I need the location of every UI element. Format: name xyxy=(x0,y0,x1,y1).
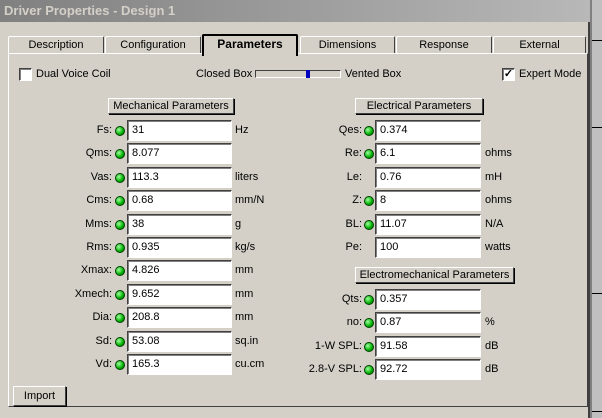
fs-unit: Hz xyxy=(235,124,249,136)
xmech-unit: mm xyxy=(235,287,254,300)
box-type-slider[interactable] xyxy=(255,70,341,78)
pe-field[interactable]: 100 xyxy=(375,237,481,258)
mechanical-parameters-header[interactable]: Mechanical Parameters xyxy=(108,98,234,114)
vd-unit: cu.cm xyxy=(235,358,265,370)
fs-status-led-icon xyxy=(115,126,125,136)
28-v-spl-field[interactable]: 92.72 xyxy=(375,359,481,381)
mms-status-led-icon xyxy=(115,219,125,230)
xmax-field[interactable]: 4.826 xyxy=(127,260,232,282)
28-v-spl-label: 2.8-V SPL: xyxy=(308,363,362,376)
slider-thumb[interactable] xyxy=(306,70,310,78)
expert-mode-label: Expert Mode xyxy=(519,68,582,80)
bl-label: BL: xyxy=(345,217,362,230)
cms-label: Cms: xyxy=(86,194,112,207)
pe-label: Pe: xyxy=(345,241,362,253)
qts-field[interactable]: 0.357 xyxy=(375,289,481,310)
vas-status-led-icon xyxy=(115,172,125,183)
1-w-spl-label: 1-W SPL: xyxy=(314,339,362,352)
dia-field[interactable]: 208.8 xyxy=(127,307,232,329)
tab-parameters[interactable]: Parameters xyxy=(202,34,298,56)
z-field[interactable]: 8 xyxy=(375,190,481,212)
vd-status-led-icon xyxy=(115,360,125,370)
tab-dimensions[interactable]: Dimensions xyxy=(300,36,395,54)
no-unit: % xyxy=(485,316,495,329)
vas-unit: liters xyxy=(235,170,259,183)
re-label: Re: xyxy=(344,147,362,160)
dia-unit: mm xyxy=(235,311,254,324)
28-v-spl-unit: dB xyxy=(485,363,499,376)
qes-field[interactable]: 0.374 xyxy=(375,120,481,141)
vented-box-label: Vented Box xyxy=(345,68,402,80)
vas-label: Vas: xyxy=(90,170,112,183)
closed-box-label: Closed Box xyxy=(196,68,253,80)
dual-voice-coil-checkbox[interactable] xyxy=(19,68,32,81)
vas-field[interactable]: 113.3 xyxy=(127,166,232,188)
tab-external[interactable]: External xyxy=(493,36,586,54)
cms-field[interactable]: 0.68 xyxy=(127,190,232,212)
sd-status-led-icon xyxy=(115,336,125,347)
z-unit: ohms xyxy=(485,194,512,207)
xmech-field[interactable]: 9.652 xyxy=(127,283,232,305)
driver-properties-window: Driver Properties - Design 1 Description… xyxy=(0,0,590,418)
qms-label: Qms: xyxy=(85,147,112,160)
rms-field[interactable]: 0.935 xyxy=(127,237,232,258)
le-unit: mH xyxy=(485,170,503,183)
expert-mode-checkbox[interactable]: ✓ xyxy=(502,68,515,81)
window-title: Driver Properties - Design 1 xyxy=(0,0,590,22)
vd-field[interactable]: 165.3 xyxy=(127,354,232,375)
le-label: Le: xyxy=(346,170,362,183)
import-button[interactable]: Import xyxy=(13,386,66,406)
bl-unit: N/A xyxy=(485,217,504,230)
1-w-spl-field[interactable]: 91.58 xyxy=(375,335,481,357)
bl-status-led-icon xyxy=(364,219,374,230)
tab-configuration[interactable]: Configuration xyxy=(105,36,201,54)
rms-label: Rms: xyxy=(86,241,112,253)
tab-response[interactable]: Response xyxy=(396,36,492,54)
xmax-label: Xmax: xyxy=(80,264,112,277)
rms-status-led-icon xyxy=(115,243,125,253)
mms-field[interactable]: 38 xyxy=(127,213,232,235)
no-field[interactable]: 0.87 xyxy=(375,312,481,334)
mms-unit: g xyxy=(235,217,242,230)
bl-field[interactable]: 11.07 xyxy=(375,213,481,235)
1-w-spl-status-led-icon xyxy=(364,341,374,352)
le-field[interactable]: 0.76 xyxy=(375,166,481,188)
fs-field[interactable]: 31 xyxy=(127,120,232,141)
qes-status-led-icon xyxy=(364,126,374,136)
tab-description[interactable]: Description xyxy=(8,36,104,54)
qms-field[interactable]: 8.077 xyxy=(127,143,232,165)
xmax-unit: mm xyxy=(235,264,254,277)
xmech-label: Xmech: xyxy=(74,287,112,300)
no-label: no: xyxy=(346,316,362,329)
rms-unit: kg/s xyxy=(235,241,256,253)
xmech-status-led-icon xyxy=(115,289,125,300)
background-window-edge xyxy=(592,0,602,418)
vd-label: Vd: xyxy=(95,358,112,370)
cms-unit: mm/N xyxy=(235,194,265,207)
pe-unit: watts xyxy=(485,241,511,253)
sd-field[interactable]: 53.08 xyxy=(127,330,232,352)
qes-label: Qes: xyxy=(338,124,362,136)
qts-label: Qts: xyxy=(341,293,362,305)
sd-unit: sq.in xyxy=(235,334,259,347)
re-field[interactable]: 6.1 xyxy=(375,143,481,165)
fs-label: Fs: xyxy=(96,124,112,136)
dia-label: Dia: xyxy=(92,311,112,324)
mms-label: Mms: xyxy=(85,217,112,230)
1-w-spl-unit: dB xyxy=(485,339,499,352)
re-unit: ohms xyxy=(485,147,512,160)
electrical-parameters-header[interactable]: Electrical Parameters xyxy=(355,98,483,114)
tab-strip: Description Configuration Parameters Dim… xyxy=(8,34,588,56)
z-label: Z: xyxy=(352,194,362,207)
check-mark-icon: ✓ xyxy=(503,68,514,80)
electromechanical-parameters-header[interactable]: Electromechanical Parameters xyxy=(355,267,514,283)
qts-status-led-icon xyxy=(364,295,374,305)
dual-voice-coil-label: Dual Voice Coil xyxy=(36,68,111,80)
sd-label: Sd: xyxy=(95,334,112,347)
